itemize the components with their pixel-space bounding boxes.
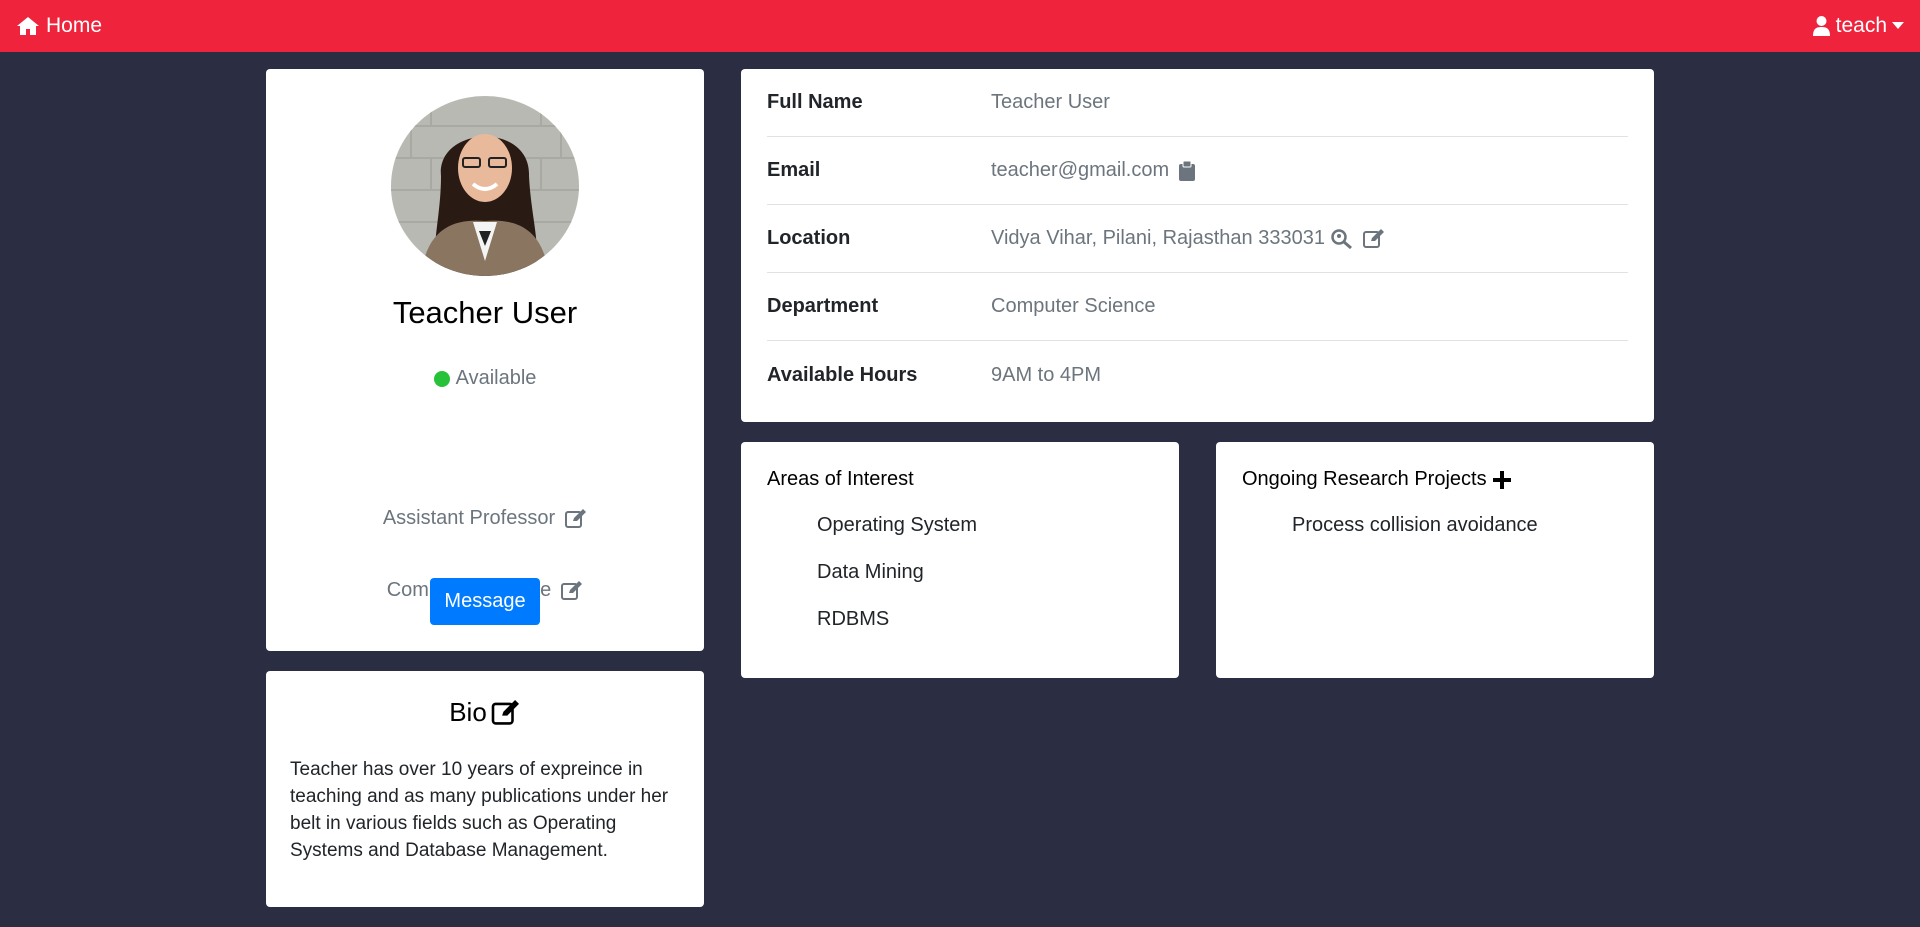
- list-item: Operating System: [817, 514, 978, 536]
- projects-title: Ongoing Research Projects: [1242, 468, 1511, 491]
- projects-list: Process collision avoidance: [1292, 514, 1538, 561]
- edit-icon[interactable]: [565, 508, 587, 529]
- bio-text: Teacher has over 10 years of expreince i…: [290, 759, 669, 861]
- search-location-icon[interactable]: [1331, 228, 1353, 249]
- detail-row-department: Department Computer Science: [767, 273, 1628, 341]
- detail-row-hours: Available Hours 9AM to 4PM: [767, 341, 1628, 409]
- home-icon: [17, 17, 39, 35]
- home-label: Home: [46, 14, 103, 37]
- detail-value-location: Vidya Vihar, Pilani, Rajasthan 333031: [991, 227, 1385, 250]
- list-item: Data Mining: [817, 561, 924, 583]
- user-icon: [1812, 16, 1830, 36]
- list-item: RDBMS: [817, 608, 890, 630]
- edit-icon[interactable]: [561, 580, 583, 601]
- interests-title-label: Areas of Interest: [767, 468, 914, 490]
- interests-card: Areas of Interest Operating System Data …: [741, 442, 1179, 678]
- details-card: Full Name Teacher User Email teacher@gma…: [741, 69, 1654, 422]
- detail-row-location: Location Vidya Vihar, Pilani, Rajasthan …: [767, 205, 1628, 273]
- hours-value: 9AM to 4PM: [991, 363, 1102, 386]
- detail-label: Available Hours: [767, 363, 918, 386]
- detail-label: Full Name: [767, 91, 863, 113]
- profile-name: Teacher User: [392, 295, 578, 330]
- message-button[interactable]: Message: [430, 578, 540, 625]
- interests-list: Operating System Data Mining RDBMS: [817, 514, 977, 655]
- location-value: Vidya Vihar, Pilani, Rajasthan 333031: [991, 227, 1325, 249]
- bio-heading: Bio: [266, 697, 704, 728]
- full-name-value: Teacher User: [991, 91, 1110, 113]
- email-value: teacher@gmail.com: [991, 159, 1170, 181]
- projects-card: Ongoing Research Projects Process collis…: [1216, 442, 1654, 678]
- bio-card: Bio Teacher has over 10 years of exprein…: [266, 671, 704, 907]
- projects-title-label: Ongoing Research Projects: [1242, 468, 1487, 490]
- detail-row-full-name: Full Name Teacher User: [767, 69, 1628, 137]
- avatar: [391, 96, 579, 276]
- detail-value-email: teacher@gmail.com: [991, 159, 1196, 182]
- top-navbar: Home teach: [0, 0, 1920, 52]
- profile-card: Teacher User Available Assistant Profess…: [266, 69, 704, 651]
- edit-icon[interactable]: [491, 699, 521, 726]
- list-item: Process collision avoidance: [1292, 514, 1538, 536]
- status-label: Available: [455, 367, 537, 389]
- department-value: Computer Science: [991, 295, 1156, 317]
- interests-title: Areas of Interest: [767, 468, 914, 491]
- detail-label: Location: [767, 227, 851, 249]
- detail-row-email: Email teacher@gmail.com: [767, 137, 1628, 205]
- edit-icon[interactable]: [1362, 228, 1385, 249]
- job-title: Assistant Professor: [382, 507, 556, 529]
- detail-value-department: Computer Science: [991, 295, 1156, 318]
- detail-label: Email: [767, 159, 821, 181]
- detail-label: Department: [767, 295, 879, 317]
- availability-status: Available: [266, 367, 704, 390]
- status-dot-icon: [433, 370, 450, 387]
- caret-down-icon: [1892, 22, 1904, 29]
- user-menu-label: teach: [1835, 14, 1887, 37]
- plus-icon[interactable]: [1492, 470, 1511, 489]
- clipboard-icon[interactable]: [1179, 160, 1196, 181]
- bio-title: Bio: [449, 697, 487, 727]
- home-link[interactable]: Home: [16, 14, 102, 38]
- user-menu-dropdown[interactable]: teach: [1812, 14, 1904, 38]
- job-title-row: Assistant Professor: [266, 507, 704, 530]
- detail-value-hours: 9AM to 4PM: [991, 364, 1101, 387]
- detail-value-full-name: Teacher User: [991, 91, 1110, 114]
